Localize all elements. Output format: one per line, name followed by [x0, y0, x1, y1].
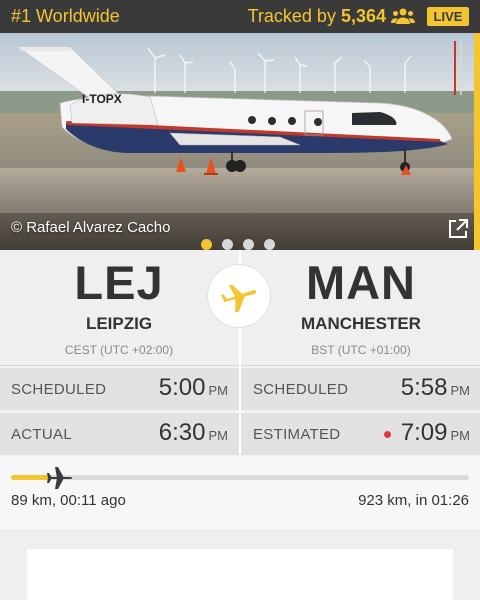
origin-actual-value: 6:30: [158, 419, 206, 446]
destination-code: MAN: [305, 256, 417, 309]
destination-scheduled-label: SCHEDULED: [253, 381, 349, 398]
origin-airport[interactable]: LEJ LEIPZIG CEST (UTC +02:00): [0, 250, 238, 366]
destination-scheduled-ampm: PM: [450, 383, 471, 398]
lower-panel: [0, 529, 480, 600]
distance-elapsed: 89 km, 00:11 ago: [11, 492, 126, 509]
aircraft-photo-image: I-TOPX: [0, 33, 480, 250]
aircraft-registration: I-TOPX: [82, 92, 122, 106]
origin-scheduled-ampm: PM: [208, 383, 229, 398]
destination-estimated-ampm: PM: [450, 428, 471, 443]
slide-dot-3[interactable]: [243, 239, 254, 250]
slide-dot-2[interactable]: [222, 239, 233, 250]
progress-airplane-icon: [47, 467, 73, 489]
progress-fill: [11, 475, 51, 480]
destination-airport[interactable]: MAN MANCHESTER BST (UTC +01:00): [242, 250, 480, 366]
external-link-icon[interactable]: [447, 218, 469, 240]
header-bar: #1 Worldwide Tracked by 5,364 LIVE: [0, 0, 480, 33]
origin-actual-ampm: PM: [208, 428, 229, 443]
slide-indicator: [201, 239, 275, 250]
photo-credit: © Rafael Alvarez Cacho: [11, 219, 171, 236]
destination-scheduled: SCHEDULED 5:58 PM: [242, 368, 480, 410]
distance-remaining: 923 km, in 01:26: [358, 492, 469, 509]
origin-actual-label: ACTUAL: [11, 426, 72, 443]
destination-city: MANCHESTER: [301, 314, 421, 333]
origin-actual: ACTUAL 6:30 PM: [0, 413, 238, 455]
tracked-by-label: Tracked by 5,364: [248, 6, 386, 27]
origin-scheduled: SCHEDULED 5:00 PM: [0, 368, 238, 410]
tracked-count: 5,364: [340, 6, 386, 26]
slide-dot-4[interactable]: [264, 239, 275, 250]
flight-progress: 89 km, 00:11 ago 923 km, in 01:26: [0, 457, 480, 529]
origin-scheduled-label: SCHEDULED: [11, 381, 107, 398]
origin-city: LEIPZIG: [85, 314, 153, 333]
destination-scheduled-time: 5:58 PM: [401, 374, 470, 402]
people-icon: [391, 8, 415, 24]
live-badge: LIVE: [427, 7, 469, 26]
aircraft-photo[interactable]: I-TOPX © Rafael Alvarez Cacho: [0, 33, 480, 250]
flight-direction-badge: [208, 265, 270, 327]
tracked-prefix: Tracked by: [247, 6, 341, 26]
destination-estimated-value: 7:09: [400, 419, 448, 446]
origin-actual-time: 6:30 PM: [159, 419, 228, 447]
origin-timezone: CEST (UTC +02:00): [64, 343, 174, 357]
destination-estimated-time: 7:09 PM: [401, 419, 470, 447]
origin-scheduled-time: 5:00 PM: [159, 374, 228, 402]
origin-code: LEJ: [74, 256, 164, 309]
destination-scheduled-value: 5:58: [400, 374, 448, 401]
slide-dot-1[interactable]: [201, 239, 212, 250]
progress-track: [11, 475, 469, 480]
status-dot: [384, 431, 391, 438]
rank-label[interactable]: #1 Worldwide: [11, 6, 120, 27]
origin-scheduled-value: 5:00: [158, 374, 206, 401]
destination-estimated: ESTIMATED 7:09 PM: [242, 413, 480, 455]
airplane-icon: [221, 284, 257, 312]
destination-timezone: BST (UTC +01:00): [311, 343, 411, 357]
details-card: [27, 549, 453, 600]
destination-estimated-label: ESTIMATED: [253, 426, 341, 443]
